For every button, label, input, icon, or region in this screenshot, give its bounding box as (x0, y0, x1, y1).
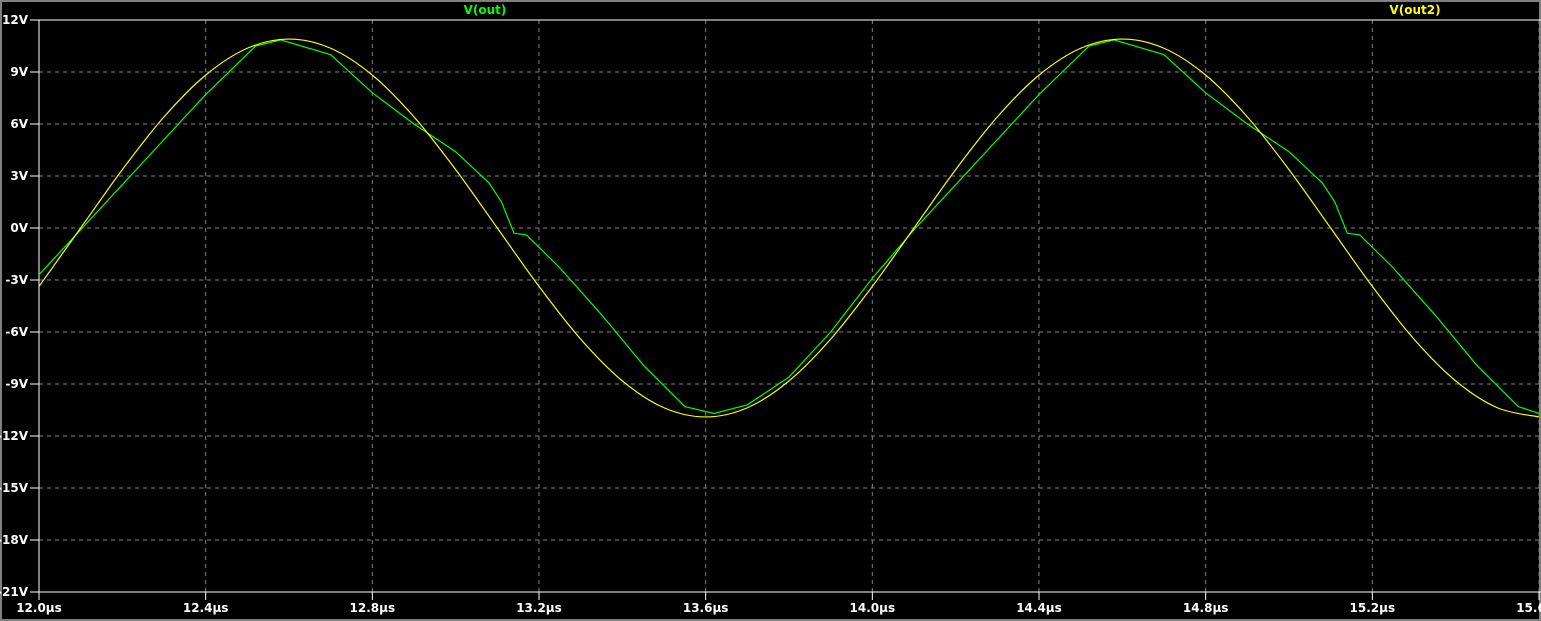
y-tick-label: -3V (5, 273, 28, 287)
legend: V(out) V(out2) (464, 3, 1441, 17)
x-tick-label: 15.6µs (1516, 601, 1541, 615)
y-tick-label: 3V (10, 169, 28, 183)
x-tick-label: 13.6µs (683, 601, 729, 615)
waveform-plot[interactable]: 12V 9V 6V 3V 0V -3V -6V -9V -12V -15V -18V -21V 12.0… (0, 0, 1541, 621)
y-tick-label: -18V (0, 533, 29, 547)
legend-label-vout2: V(out2) (1389, 3, 1440, 17)
y-tick-label: 9V (10, 65, 28, 79)
x-tick-label: 15.2µs (1350, 601, 1396, 615)
grid (39, 20, 1541, 592)
x-tick-label: 12.0µs (16, 601, 62, 615)
y-tick-label: -12V (0, 429, 29, 443)
tick-labels: 12V 9V 6V 3V 0V -3V -6V -9V -12V -15V -18V -21V 12.0… (0, 13, 1541, 615)
trace-vout (38, 39, 1540, 415)
y-tick-label: -21V (0, 585, 29, 599)
y-tick-label: 6V (10, 117, 28, 131)
x-tick-label: 12.4µs (183, 601, 229, 615)
axes (30, 19, 1541, 600)
x-tick-label: 14.0µs (850, 601, 896, 615)
x-tick-label: 13.2µs (516, 601, 562, 615)
y-tick-label: 0V (10, 221, 28, 235)
y-tick-label: -9V (5, 377, 28, 391)
y-tick-label: -15V (0, 481, 29, 495)
x-tick-label: 12.8µs (350, 601, 396, 615)
y-tick-label: 12V (2, 13, 29, 27)
y-tick-label: -6V (5, 325, 28, 339)
x-tick-label: 14.8µs (1183, 601, 1229, 615)
x-tick-label: 14.4µs (1016, 601, 1062, 615)
legend-label-vout: V(out) (464, 3, 507, 17)
